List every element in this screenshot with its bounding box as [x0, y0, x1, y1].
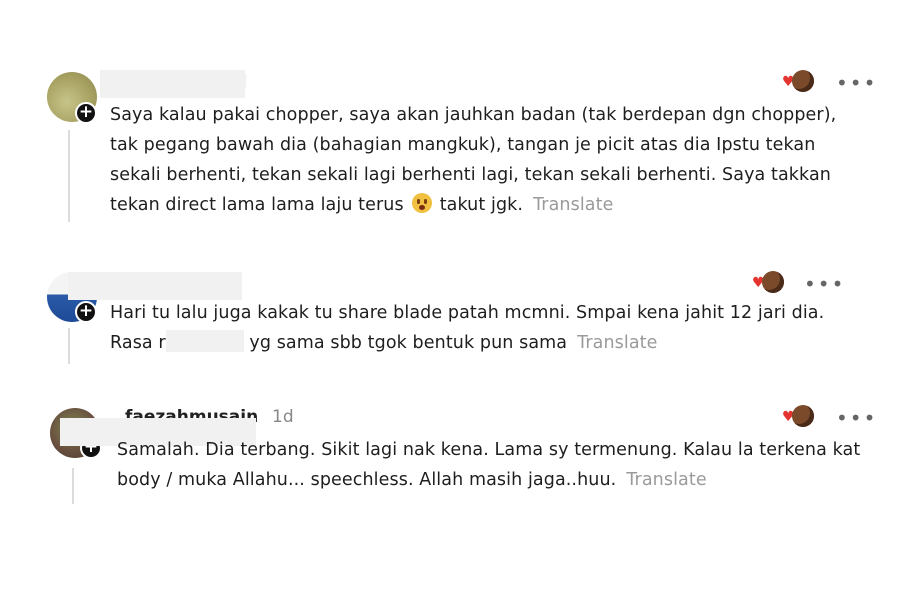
- scared-face-emoji-icon: [411, 193, 432, 213]
- thread-line: [68, 328, 70, 364]
- comment-text: Samalah. Dia terbang. Sikit lagi nak ken…: [117, 435, 877, 495]
- comment-line: tak pegang bawah dia (bahagian mangkuk),…: [110, 135, 816, 155]
- comment-line: Samalah. Dia terbang. Sikit lagi nak ken…: [117, 440, 861, 460]
- reaction-icon[interactable]: ♥: [782, 405, 818, 429]
- comment-line-part: tekan direct lama lama laju terus: [110, 195, 404, 215]
- follow-plus-icon[interactable]: +: [75, 301, 97, 323]
- comment-text: Hari tu lalu juga kakak tu share blade p…: [110, 298, 870, 358]
- comment-text: Saya kalau pakai chopper, saya akan jauh…: [110, 100, 880, 220]
- thread-line: [72, 468, 74, 504]
- comment-line: Rasa r yg sama sbb tgok bentuk pun sama T…: [110, 328, 870, 358]
- comment-line: tekan direct lama lama laju terus takut j…: [110, 190, 880, 220]
- reaction-icon[interactable]: ♥: [782, 70, 818, 94]
- translate-link[interactable]: Translate: [577, 333, 657, 353]
- follow-plus-icon[interactable]: +: [75, 102, 97, 124]
- redaction-block: [68, 272, 242, 300]
- more-options-icon[interactable]: •••: [804, 274, 845, 294]
- author-avatar-icon: [792, 70, 814, 92]
- more-options-icon[interactable]: •••: [836, 408, 877, 428]
- reaction-icon[interactable]: ♥: [752, 271, 788, 295]
- timestamp: 1d: [272, 407, 294, 427]
- author-avatar-icon: [792, 405, 814, 427]
- comment-line: Hari tu lalu juga kakak tu share blade p…: [110, 303, 825, 323]
- comment-line: sekali berhenti, tekan sekali lagi berhe…: [110, 165, 831, 185]
- author-avatar-icon: [762, 271, 784, 293]
- thread-line: [68, 130, 70, 222]
- comment-line-part: takut jgk.: [439, 195, 524, 215]
- comment-line-part: body / muka Allahu... speechless. Allah …: [117, 470, 617, 490]
- comment-line: body / muka Allahu... speechless. Allah …: [117, 465, 877, 495]
- comment-line-part: yg sama sbb tgok bentuk pun sama: [249, 333, 568, 353]
- translate-link[interactable]: Translate: [533, 195, 613, 215]
- comment-line-part: Rasa r: [110, 333, 166, 353]
- redaction-block: [100, 70, 245, 98]
- translate-link[interactable]: Translate: [626, 470, 706, 490]
- comment-line: Saya kalau pakai chopper, saya akan jauh…: [110, 105, 837, 125]
- more-options-icon[interactable]: •••: [836, 73, 877, 93]
- redaction-block: [165, 330, 244, 352]
